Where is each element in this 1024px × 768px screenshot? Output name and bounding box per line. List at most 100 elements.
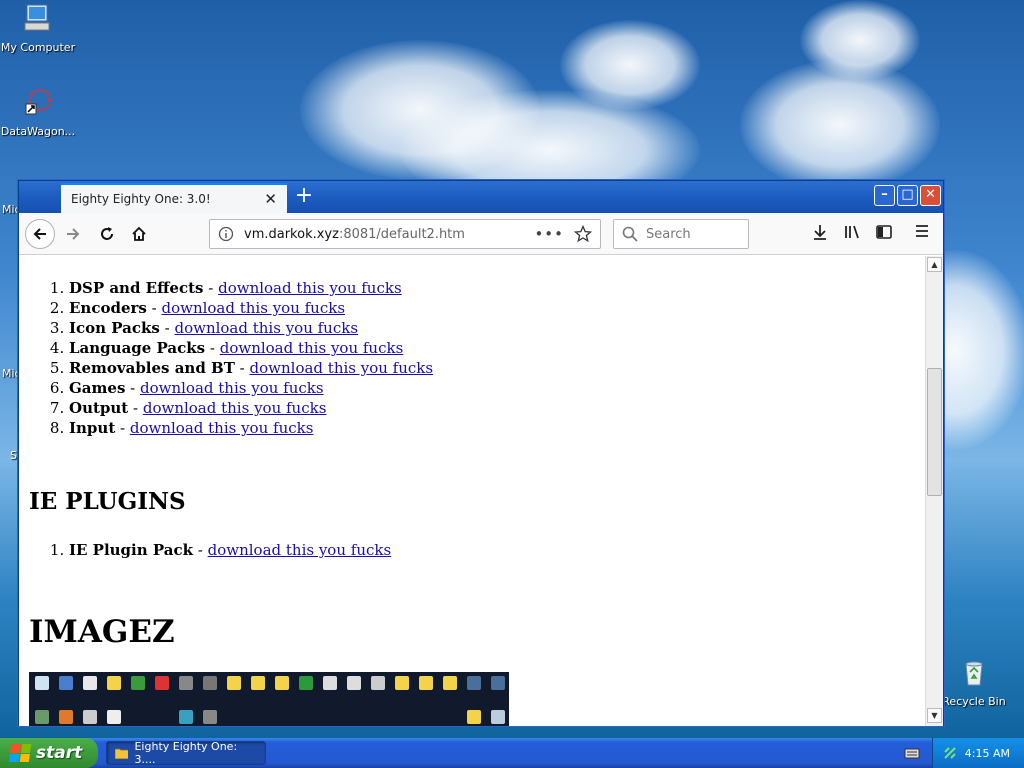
desktop-icon-my-computer[interactable]: My Computer bbox=[0, 2, 76, 54]
download-link[interactable]: download this you fucks bbox=[130, 419, 314, 437]
url-text[interactable]: vm.darkok.xyz:8081/default2.htm bbox=[234, 227, 534, 242]
library-button[interactable] bbox=[841, 223, 863, 245]
bookmark-star-icon[interactable] bbox=[574, 225, 592, 243]
keyboard-icon[interactable] bbox=[904, 746, 920, 760]
plugin-name: Icon Packs bbox=[69, 319, 160, 337]
separator: - bbox=[234, 359, 250, 377]
thumbnail-icon bbox=[395, 676, 409, 690]
tab-active[interactable]: Eighty Eighty One: 3.0! ✕ bbox=[61, 183, 287, 213]
maximize-button[interactable]: □ bbox=[897, 185, 918, 206]
windows-flag-icon bbox=[8, 744, 32, 762]
taskbar: start Eighty Eighty One: 3.... 4:15 AM bbox=[0, 738, 1024, 768]
images-heading: IMAGEZ bbox=[29, 614, 175, 650]
page-actions-icon[interactable]: ••• bbox=[534, 225, 564, 243]
separator: - bbox=[146, 299, 162, 317]
plugins-list: DSP and Effects - download this you fuck… bbox=[69, 278, 433, 438]
desktop-icon-recycle-bin[interactable]: Recycle Bin bbox=[936, 656, 1012, 708]
url-path: :8081/default2.htm bbox=[338, 226, 465, 242]
desktop-icon-datawagon[interactable]: DataWagon... bbox=[0, 86, 76, 138]
plugin-name: IE Plugin Pack bbox=[69, 541, 193, 559]
navigation-toolbar: vm.darkok.xyz:8081/default2.htm ••• Sear… bbox=[19, 213, 943, 255]
system-tray: 4:15 AM bbox=[932, 738, 1024, 768]
download-link[interactable]: download this you fucks bbox=[218, 279, 402, 297]
url-bar[interactable]: vm.darkok.xyz:8081/default2.htm ••• bbox=[209, 219, 601, 249]
thumbnail-icon bbox=[83, 676, 97, 690]
list-item: DSP and Effects - download this you fuck… bbox=[69, 278, 433, 298]
thumbnail-icon bbox=[59, 710, 73, 724]
thumbnail-icon bbox=[491, 710, 505, 724]
vertical-scrollbar[interactable]: ▲ ▼ bbox=[925, 256, 943, 726]
back-button[interactable] bbox=[25, 219, 55, 249]
separator: - bbox=[203, 279, 219, 297]
scrollbar-thumb[interactable] bbox=[927, 368, 942, 496]
separator: - bbox=[193, 541, 208, 559]
reload-icon bbox=[101, 227, 113, 240]
plugin-name: DSP and Effects bbox=[69, 279, 204, 297]
home-button[interactable] bbox=[125, 220, 153, 248]
new-tab-button[interactable]: + bbox=[291, 185, 317, 209]
cloud bbox=[560, 20, 700, 110]
thumbnail-icon bbox=[275, 676, 289, 690]
thumbnail-icon bbox=[59, 676, 73, 690]
desktop-icon-label: DataWagon... bbox=[0, 125, 76, 138]
separator: - bbox=[115, 419, 130, 437]
download-link[interactable]: download this you fucks bbox=[140, 379, 324, 397]
thumbnail-icon bbox=[35, 676, 49, 690]
thumbnail-icon bbox=[443, 676, 457, 690]
list-item: Output - download this you fucks bbox=[69, 398, 433, 418]
thumbnail-icon bbox=[419, 676, 433, 690]
network-icon[interactable] bbox=[943, 746, 957, 760]
ie-plugins-heading: IE PLUGINS bbox=[29, 488, 186, 515]
info-icon[interactable] bbox=[218, 226, 234, 242]
thumbnail-icon bbox=[203, 676, 217, 690]
download-link[interactable]: download this you fucks bbox=[220, 339, 404, 357]
plugin-name: Encoders bbox=[69, 299, 147, 317]
thumbnail-icon bbox=[203, 710, 217, 724]
thumbnail-icon bbox=[371, 676, 385, 690]
download-link[interactable]: download this you fucks bbox=[208, 541, 392, 559]
cloud bbox=[800, 0, 920, 80]
clock[interactable]: 4:15 AM bbox=[965, 747, 1010, 760]
plugin-name: Games bbox=[69, 379, 126, 397]
thumbnail-icon bbox=[347, 676, 361, 690]
tab-close-icon[interactable]: ✕ bbox=[264, 190, 277, 208]
thumbnail-icon bbox=[131, 676, 145, 690]
search-input[interactable]: Search bbox=[613, 219, 749, 249]
separator: - bbox=[125, 379, 140, 397]
start-button[interactable]: start bbox=[0, 738, 98, 768]
close-button[interactable]: ✕ bbox=[920, 185, 941, 206]
desktop-screenshot-image bbox=[29, 672, 509, 726]
titlebar[interactable]: Eighty Eighty One: 3.0! ✕ + – □ ✕ bbox=[19, 181, 943, 213]
tab-title: Eighty Eighty One: 3.0! bbox=[71, 192, 211, 206]
thumbnail-icon bbox=[107, 676, 121, 690]
search-icon bbox=[622, 226, 638, 242]
ie-plugins-list: IE Plugin Pack - download this you fucks bbox=[69, 540, 391, 560]
download-icon bbox=[814, 225, 826, 240]
search-placeholder: Search bbox=[646, 226, 691, 242]
download-link[interactable]: download this you fucks bbox=[250, 359, 434, 377]
desktop-icon-label: My Computer bbox=[0, 41, 76, 54]
reload-button[interactable] bbox=[93, 220, 121, 248]
minimize-button[interactable]: – bbox=[874, 185, 895, 206]
downloads-button[interactable] bbox=[809, 223, 831, 245]
recycle-bin-icon bbox=[965, 661, 983, 686]
thumbnail-icon bbox=[179, 676, 193, 690]
scroll-down-arrow-icon[interactable]: ▼ bbox=[927, 708, 942, 723]
download-link[interactable]: download this you fucks bbox=[174, 319, 358, 337]
thumbnail-icon bbox=[107, 710, 121, 724]
scroll-up-arrow-icon[interactable]: ▲ bbox=[927, 257, 942, 272]
forward-button[interactable] bbox=[59, 220, 87, 248]
thumbnail-icon bbox=[251, 676, 265, 690]
plugin-name: Removables and BT bbox=[69, 359, 235, 377]
sidebar-button[interactable] bbox=[873, 223, 895, 245]
menu-button[interactable] bbox=[911, 223, 933, 245]
download-link[interactable]: download this you fucks bbox=[161, 299, 345, 317]
download-link[interactable]: download this you fucks bbox=[143, 399, 327, 417]
thumbnail-icon bbox=[467, 676, 481, 690]
thumbnail-icon bbox=[323, 676, 337, 690]
folder-icon bbox=[115, 748, 129, 759]
page-content: DSP and Effects - download this you fuck… bbox=[19, 256, 925, 726]
separator: - bbox=[205, 339, 220, 357]
thumbnail-icon bbox=[467, 710, 481, 724]
taskbar-item-browser[interactable]: Eighty Eighty One: 3.... bbox=[106, 740, 266, 766]
